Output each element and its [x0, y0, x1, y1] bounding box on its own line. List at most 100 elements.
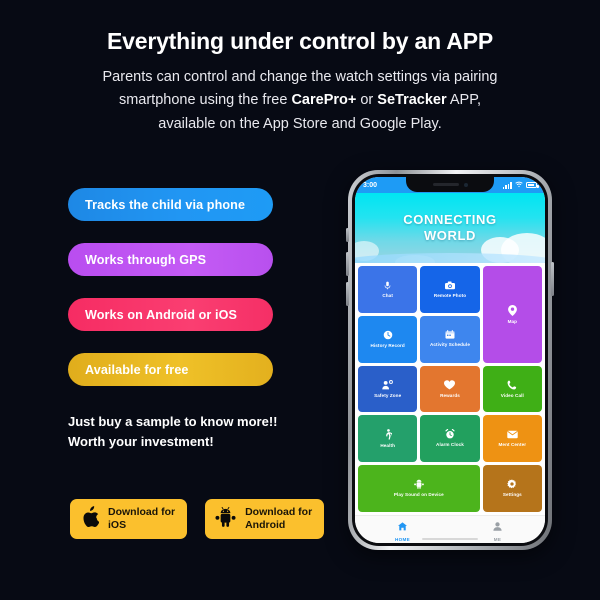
- status-bar-time: 3:00: [363, 181, 378, 189]
- phone-mute-switch: [346, 228, 349, 242]
- phone-power-button: [551, 262, 554, 296]
- cta-line-1: Just buy a sample to know more!!: [68, 414, 278, 429]
- call-to-action-text: Just buy a sample to know more!! Worth y…: [68, 412, 278, 451]
- app-hero-banner: CONNECTING WORLD: [355, 193, 545, 263]
- app-name-setracker: SeTracker: [377, 92, 447, 109]
- feature-pill-free[interactable]: Available for free: [68, 353, 273, 386]
- nav-item-label: HOME: [395, 536, 410, 542]
- android-icon: [215, 506, 236, 532]
- feature-pill-label: Works on Android or iOS: [85, 307, 238, 322]
- camera-icon: [444, 281, 455, 290]
- app-tile-health[interactable]: Health: [358, 415, 418, 463]
- earpiece-speaker: [432, 183, 459, 186]
- feature-pill-tracks-child[interactable]: Tracks the child via phone: [68, 188, 273, 221]
- nav-item-label: ME: [493, 536, 502, 542]
- download-android-label: Download for Android: [245, 506, 312, 533]
- phone-screen: 3:00 CONNECTING WORLD Chat Remote Photo …: [355, 177, 545, 543]
- download-button-row: Download for iOS Download for Android: [70, 499, 325, 539]
- page-title: Everything under control by an APP: [107, 28, 493, 54]
- front-camera-icon: [463, 182, 468, 187]
- banner-hill-decoration: [355, 253, 545, 263]
- app-tile-safety-zone[interactable]: Safety Zone: [358, 365, 418, 413]
- phone-volume-down-button: [346, 282, 349, 306]
- banner-title-line1: CONNECTING: [403, 212, 497, 228]
- app-name-carepro: CarePro+: [291, 92, 357, 109]
- download-ios-button[interactable]: Download for iOS: [70, 499, 188, 539]
- desc-line-2-a: smartphone using the free: [118, 92, 292, 109]
- app-tile-ment-center[interactable]: Ment Center: [482, 415, 542, 463]
- app-tile-label: Ment Center: [498, 441, 527, 447]
- header-description: Parents can control and change the watch…: [0, 66, 600, 136]
- feature-pill-gps[interactable]: Works through GPS: [68, 243, 273, 276]
- header-block: Everything under control by an APP Paren…: [0, 28, 600, 136]
- app-tile-label: Health: [380, 442, 395, 448]
- phone-notch: [406, 177, 494, 192]
- app-tile-video-call[interactable]: Video Call: [482, 365, 542, 413]
- app-tile-label: Chat: [382, 292, 393, 298]
- feature-pill-list: Tracks the child via phone Works through…: [68, 188, 273, 408]
- app-tile-map[interactable]: Map: [482, 266, 542, 363]
- download-ios-label: Download for iOS: [108, 506, 175, 533]
- history-icon: [383, 330, 393, 340]
- person-icon: [493, 518, 502, 536]
- app-grid-container: Chat Remote Photo Map History Record Act…: [355, 263, 545, 515]
- apple-icon: [80, 506, 100, 532]
- download-android-line2: Android: [245, 519, 286, 531]
- app-tile-label: Activity Schedule: [429, 342, 470, 348]
- phone-volume-up-button: [346, 252, 349, 276]
- app-tile-label: Map: [507, 318, 518, 324]
- feature-pill-label: Works through GPS: [85, 252, 207, 267]
- download-ios-line2: iOS: [108, 519, 127, 531]
- download-android-line1: Download for: [245, 505, 313, 518]
- download-ios-line1: Download for: [108, 505, 176, 518]
- app-tile-play-sound-on-device[interactable]: Play Sound on Device: [358, 465, 480, 512]
- app-tile-history-record[interactable]: History Record: [358, 315, 418, 363]
- app-tile-activity-schedule[interactable]: Activity Schedule: [420, 315, 480, 363]
- alarm-clock-icon: [445, 429, 455, 439]
- microphone-icon: [383, 281, 392, 290]
- desc-conjunction: or: [356, 92, 378, 109]
- promo-banner: Everything under control by an APP Paren…: [0, 0, 600, 600]
- app-tile-alarm-clock[interactable]: Alarm Clock: [420, 415, 480, 463]
- app-tile-label: Remote Photo: [433, 292, 467, 298]
- heart-icon: [444, 380, 456, 390]
- home-icon: [398, 518, 407, 536]
- banner-title-line2: WORLD: [423, 228, 477, 243]
- feature-pill-label: Tracks the child via phone: [85, 197, 246, 212]
- app-grid: Chat Remote Photo Map History Record Act…: [358, 266, 542, 512]
- gear-icon: [507, 479, 517, 489]
- video-call-icon: [507, 380, 517, 390]
- status-bar-icons: [502, 181, 539, 190]
- calendar-icon: [445, 330, 455, 340]
- desc-line-1: Parents can control and change the watch…: [102, 68, 498, 85]
- walking-icon: [384, 429, 392, 440]
- app-tile-label: Safety Zone: [374, 392, 402, 398]
- app-tile-label: Video Call: [500, 392, 524, 398]
- signal-bars-icon: [502, 182, 512, 189]
- app-tile-label: Settings: [502, 492, 522, 498]
- safety-zone-icon: [382, 379, 394, 390]
- feature-pill-android-ios[interactable]: Works on Android or iOS: [68, 298, 273, 331]
- feature-pill-label: Available for free: [85, 362, 189, 377]
- app-tile-label: History Record: [370, 342, 405, 348]
- banner-title: CONNECTING WORLD: [403, 212, 496, 244]
- desc-line-3: available on the App Store and Google Pl…: [158, 115, 442, 132]
- wifi-icon: [515, 181, 523, 190]
- desc-line-2-e: APP,: [446, 92, 482, 109]
- app-tile-label: Play Sound on Device: [393, 492, 444, 498]
- map-pin-icon: [507, 304, 517, 316]
- app-tile-settings[interactable]: Settings: [482, 465, 542, 512]
- home-indicator: [422, 537, 478, 540]
- app-tile-label: Rewards: [440, 392, 460, 398]
- battery-icon: [526, 182, 539, 188]
- phone-mockup: 3:00 CONNECTING WORLD Chat Remote Photo …: [346, 170, 554, 550]
- app-tile-label: Alarm Clock: [436, 442, 464, 448]
- phone-bezel: 3:00 CONNECTING WORLD Chat Remote Photo …: [352, 174, 548, 546]
- cta-line-2: Worth your investment!: [68, 433, 214, 449]
- app-tile-rewards[interactable]: Rewards: [420, 365, 480, 413]
- download-android-button[interactable]: Download for Android: [205, 499, 325, 539]
- message-icon: [507, 430, 518, 439]
- android-robot-icon: [413, 479, 424, 490]
- app-tile-remote-photo[interactable]: Remote Photo: [420, 266, 480, 313]
- app-tile-chat[interactable]: Chat: [358, 266, 418, 313]
